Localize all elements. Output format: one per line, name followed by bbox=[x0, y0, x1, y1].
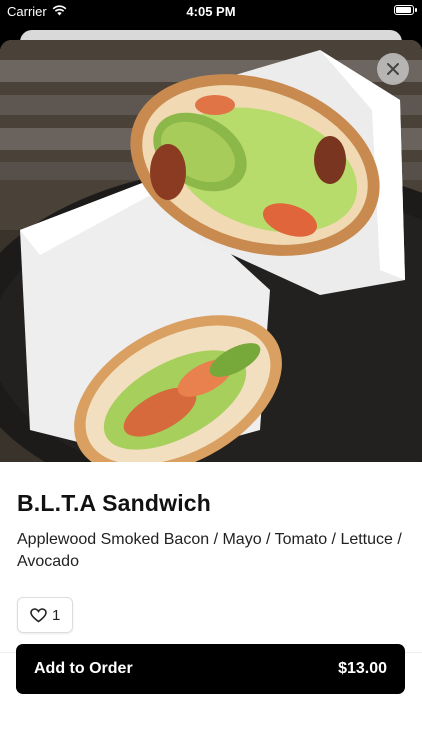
close-icon bbox=[387, 63, 399, 75]
item-photo bbox=[0, 40, 422, 462]
heart-icon bbox=[30, 607, 47, 622]
item-description: Applewood Smoked Bacon / Mayo / Tomato /… bbox=[17, 531, 402, 570]
item-title: B.L.T.A Sandwich bbox=[17, 490, 212, 516]
status-time: 4:05 PM bbox=[186, 4, 236, 19]
order-price: $13.00 bbox=[338, 660, 387, 677]
like-count: 1 bbox=[52, 606, 61, 624]
status-bar: Carrier 4:05 PM bbox=[0, 0, 422, 22]
close-button[interactable] bbox=[377, 53, 409, 85]
battery-icon bbox=[394, 5, 417, 15]
like-button[interactable]: 1 bbox=[17, 597, 74, 633]
add-to-order-button[interactable]: Add to Order $13.00 bbox=[16, 644, 405, 694]
item-details: B.L.T.A Sandwich Applewood Smoked Bacon … bbox=[0, 462, 422, 633]
add-to-order-label: Add to Order bbox=[34, 660, 133, 677]
